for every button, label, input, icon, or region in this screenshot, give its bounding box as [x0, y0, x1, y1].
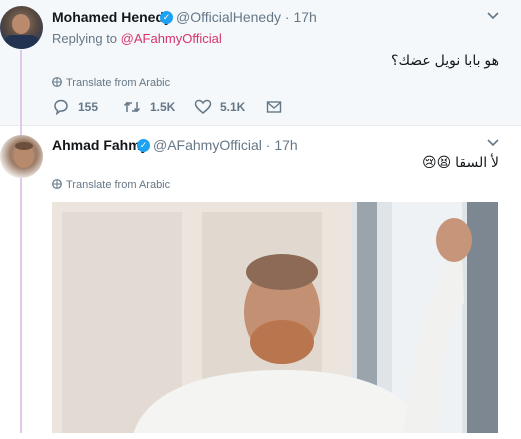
author-name[interactable]: Ahmad Fahmy	[52, 137, 148, 153]
reply-icon	[54, 99, 68, 116]
replying-to-label: Replying to	[52, 31, 121, 46]
globe-icon	[52, 77, 62, 87]
handle-text[interactable]: @OfficialHenedy	[176, 9, 281, 25]
message-button[interactable]	[266, 99, 282, 119]
replying-to-link[interactable]: @AFahmyOfficial	[121, 31, 222, 46]
author-name[interactable]: Mohamed Henedy	[52, 9, 172, 25]
dot-separator: ·	[284, 9, 290, 25]
thread-line	[20, 50, 22, 439]
verified-icon: ✓	[160, 11, 173, 24]
tweet-henedy[interactable]: Mohamed Henedy ✓ @OfficialHenedy · 17h R…	[0, 0, 521, 126]
handle-text[interactable]: @AFahmyOfficial	[153, 137, 262, 153]
dot-separator: ·	[265, 137, 271, 153]
avatar-fahmy[interactable]	[0, 135, 43, 178]
tweet-text: هو بابا نويل عضك؟	[391, 52, 499, 68]
author-handle[interactable]: @OfficialHenedy · 17h	[176, 9, 317, 25]
avatar-henedy[interactable]	[0, 6, 43, 49]
reply-count: 155	[78, 100, 99, 114]
translate-link[interactable]: Translate from Arabic	[52, 179, 170, 191]
retweet-button[interactable]: 1.5K	[122, 99, 175, 119]
retweet-count: 1.5K	[150, 100, 176, 114]
reply-button[interactable]: 155	[52, 99, 98, 119]
translate-label[interactable]: Translate from Arabic	[66, 77, 170, 89]
like-button[interactable]: 5.1K	[194, 99, 245, 119]
photo-illustration	[52, 202, 498, 439]
verified-icon: ✓	[137, 139, 150, 152]
author-handle[interactable]: @AFahmyOfficial · 17h	[153, 137, 298, 153]
tweet-actions: 155 1.5K 5.1K	[52, 99, 372, 119]
replying-to: Replying to @AFahmyOfficial	[52, 31, 222, 46]
chevron-down-icon[interactable]	[487, 9, 501, 20]
translate-link[interactable]: Translate from Arabic	[52, 77, 170, 89]
like-count: 5.1K	[220, 100, 246, 114]
envelope-icon	[266, 101, 282, 113]
globe-icon	[52, 179, 62, 189]
timestamp[interactable]: 17h	[293, 9, 316, 25]
tweet-text: لأ السقا 😫😢	[422, 154, 499, 170]
translate-label[interactable]: Translate from Arabic	[66, 179, 170, 191]
chevron-down-icon[interactable]	[487, 136, 501, 147]
retweet-icon	[123, 101, 141, 113]
bottom-edge	[0, 433, 521, 439]
tweet-photo[interactable]	[52, 202, 498, 439]
heart-icon	[194, 99, 212, 114]
timestamp[interactable]: 17h	[274, 137, 297, 153]
